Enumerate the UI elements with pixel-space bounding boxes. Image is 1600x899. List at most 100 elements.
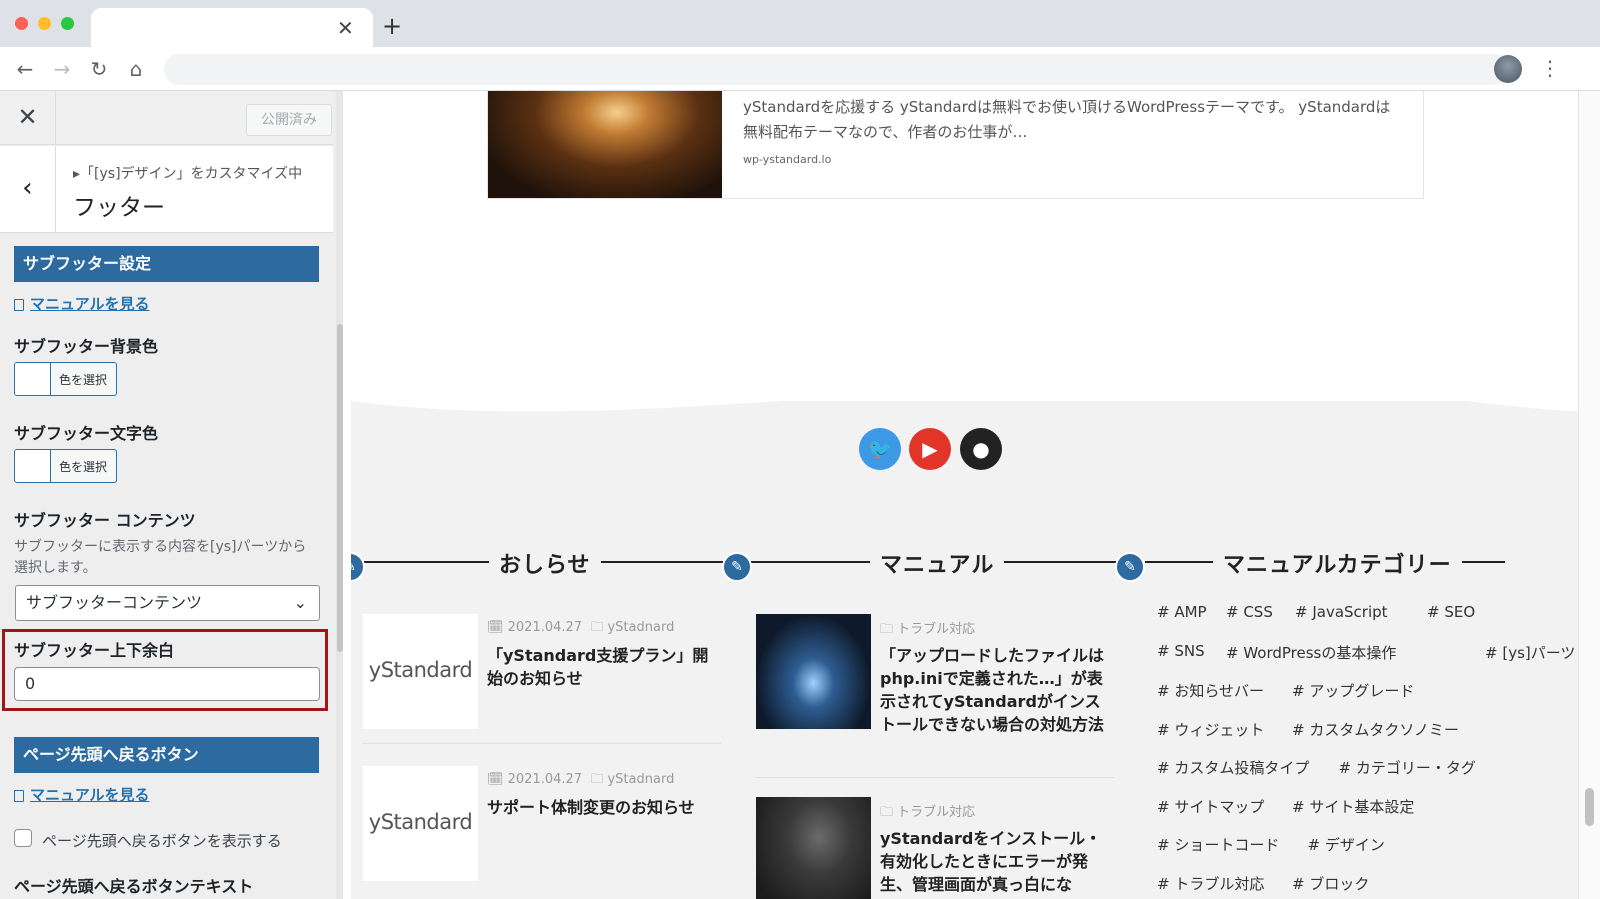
browser-menu-icon[interactable]: ⋮ <box>1540 56 1560 80</box>
tag-link[interactable]: # アップグレード <box>1292 680 1414 701</box>
post-thumbnail[interactable]: yStandard <box>363 766 478 881</box>
subfooter-content-select[interactable]: サブフッターコンテンツ ⌄ <box>15 585 320 621</box>
twitter-icon[interactable]: 🐦 <box>859 428 901 470</box>
color-swatch <box>15 363 51 395</box>
forward-arrow-icon[interactable]: → <box>50 57 74 81</box>
post-thumbnail[interactable]: yStandard <box>363 614 478 729</box>
post-thumbnail-person[interactable] <box>756 797 871 899</box>
post-thumbnail-lightning[interactable] <box>756 614 871 729</box>
breadcrumb: ▸「[ys]デザイン」をカスタマイズ中 <box>73 166 303 182</box>
reload-icon[interactable]: ↻ <box>87 57 111 81</box>
tag-link[interactable]: # SNS <box>1157 642 1205 660</box>
post-title[interactable]: 「アップロードしたファイルはphp.iniで定義された…」が表示されてyStan… <box>880 644 1116 736</box>
post-meta: 🗀 トラブル対応 <box>880 622 976 637</box>
tag-link[interactable]: # サイト基本設定 <box>1292 796 1414 817</box>
post-category: トラブル対応 <box>897 805 976 820</box>
post-title[interactable]: 「yStandard支援プラン」開始のお知らせ <box>487 644 721 690</box>
tag-link[interactable]: # ブロック <box>1292 873 1369 894</box>
text-color-picker-button[interactable]: 色を選択 <box>14 449 117 483</box>
preview-scrollbar-track[interactable] <box>1578 91 1600 899</box>
minimize-window-button[interactable] <box>38 17 51 30</box>
tag-link[interactable]: # JavaScript <box>1295 603 1388 621</box>
tag-link[interactable]: # お知らせバー <box>1157 680 1264 701</box>
post-meta: 🗓 2021.04.27 🗀 yStadnard <box>487 620 675 635</box>
youtube-icon[interactable]: ▶ <box>909 428 951 470</box>
content-label: サブフッター コンテンツ <box>14 511 196 530</box>
browser-tab-bar: ✕ + <box>0 0 1600 48</box>
back-to-top-checkbox[interactable] <box>14 829 32 847</box>
preview-scrollbar-thumb[interactable] <box>1585 788 1594 826</box>
tag-link[interactable]: # ウィジェット <box>1157 719 1264 740</box>
back-to-top-manual-link[interactable]: マニュアルを見る <box>14 784 150 805</box>
tag-link[interactable]: # カスタム投稿タイプ <box>1157 757 1309 778</box>
blog-card[interactable]: yStandardを応援する yStandardは無料でお使い頂けるWordPr… <box>487 91 1424 199</box>
text-color-label: サブフッター文字色 <box>14 424 159 443</box>
post-meta: 🗓 2021.04.27 🗀 yStadnard <box>487 772 675 787</box>
news-widget-title: おしらせ <box>489 547 601 579</box>
tag-link[interactable]: # サイトマップ <box>1157 796 1264 817</box>
card-excerpt: yStandardを応援する yStandardは無料でお使い頂けるWordPr… <box>743 98 1391 141</box>
bg-color-label: サブフッター背景色 <box>14 337 159 356</box>
edit-pencil-icon[interactable]: ✎ <box>351 552 365 582</box>
address-bar[interactable] <box>164 54 1510 85</box>
category-widget-title: マニュアルカテゴリー <box>1213 547 1462 579</box>
color-swatch <box>15 450 51 482</box>
select-value: サブフッターコンテンツ <box>26 593 203 612</box>
post-divider <box>363 743 721 744</box>
tag-link[interactable]: # デザイン <box>1308 834 1385 855</box>
tag-link[interactable]: # ショートコード <box>1157 834 1279 855</box>
back-to-top-checkbox-label: ページ先頭へ戻るボタンを表示する <box>42 832 282 850</box>
tag-link[interactable]: # WordPressの基本操作 <box>1226 642 1396 663</box>
close-customizer-icon[interactable]: ✕ <box>0 91 56 145</box>
back-to-top-text-label: ページ先頭へ戻るボタンテキスト <box>14 877 254 896</box>
post-title[interactable]: yStandardをインストール・有効化したときにエラーが発生、管理画面が真っ白… <box>880 827 1116 896</box>
book-icon <box>14 790 24 802</box>
tag-link[interactable]: # CSS <box>1226 603 1273 621</box>
subfooter-manual-link[interactable]: マニュアルを見る <box>14 293 150 314</box>
color-button-label: 色を選択 <box>59 373 108 387</box>
post-author: yStadnard <box>607 772 675 787</box>
back-chevron-icon[interactable]: ‹ <box>0 146 56 233</box>
new-tab-button[interactable]: + <box>382 12 402 40</box>
concert-image <box>488 91 722 198</box>
manual-link-label: マニュアルを見る <box>30 786 150 804</box>
bg-color-picker-button[interactable]: 色を選択 <box>14 362 117 396</box>
site-preview: yStandardを応援する yStandardは無料でお使い頂けるWordPr… <box>351 91 1600 899</box>
tag-link[interactable]: # カスタムタクソノミー <box>1292 719 1459 740</box>
tag-link[interactable]: # [ys]パーツ <box>1485 642 1575 663</box>
page-title: フッター <box>73 195 165 221</box>
maximize-window-button[interactable] <box>61 17 74 30</box>
browser-toolbar: ← → ↻ ⌂ ⋮ <box>0 47 1600 91</box>
panel-scrollbar-thumb[interactable] <box>337 324 343 652</box>
tag-link[interactable]: # カテゴリー・タグ <box>1339 757 1476 778</box>
card-url: wp-ystandard.lo <box>743 153 832 166</box>
post-author: yStadnard <box>607 620 675 635</box>
browser-tab[interactable]: ✕ <box>91 8 373 48</box>
subfooter-section-header: サブフッター設定 <box>14 246 319 282</box>
post-title[interactable]: サポート体制変更のお知らせ <box>487 796 721 819</box>
published-button[interactable]: 公開済み <box>246 104 332 136</box>
manual-widget-title: マニュアル <box>870 547 1005 579</box>
post-meta: 🗀 トラブル対応 <box>880 805 976 820</box>
wave-divider <box>351 291 1600 412</box>
edit-pencil-icon[interactable]: ✎ <box>1115 552 1145 582</box>
manual-link-label: マニュアルを見る <box>30 295 150 313</box>
post-category: トラブル対応 <box>897 622 976 637</box>
tag-link[interactable]: # トラブル対応 <box>1157 873 1264 894</box>
close-tab-icon[interactable]: ✕ <box>337 16 354 40</box>
tag-link[interactable]: # AMP <box>1157 603 1207 621</box>
color-button-label: 色を選択 <box>59 460 108 474</box>
tag-link[interactable]: # SEO <box>1427 603 1475 621</box>
post-divider <box>756 777 1114 778</box>
github-icon[interactable]: ● <box>960 428 1002 470</box>
padding-input[interactable]: 0 <box>14 667 320 701</box>
close-window-button[interactable] <box>15 17 28 30</box>
customizer-header: ✕ 公開済み <box>0 91 333 145</box>
post-date: 2021.04.27 <box>507 620 583 635</box>
profile-avatar[interactable] <box>1494 55 1522 83</box>
post-date: 2021.04.27 <box>507 772 583 787</box>
home-icon[interactable]: ⌂ <box>124 57 148 81</box>
back-arrow-icon[interactable]: ← <box>13 57 37 81</box>
section-title-bar: ‹ ▸「[ys]デザイン」をカスタマイズ中 フッター <box>0 146 333 233</box>
edit-pencil-icon[interactable]: ✎ <box>722 552 752 582</box>
